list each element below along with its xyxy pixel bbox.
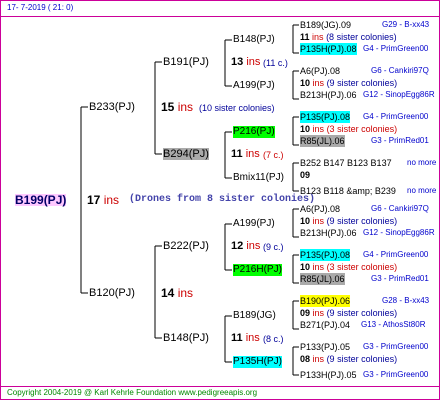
gen4-mother[interactable]: A6(PJ).08 [300,203,340,215]
gen4-mother[interactable]: B189(JG).09 [300,19,351,31]
root-drone-note: (Drones from 8 sister colonies) [129,194,316,205]
gen4-father[interactable]: B213H(PJ).06 [300,227,357,239]
root-insemination: 17 ins [87,194,119,206]
grandparent-queen-b294[interactable]: B294(PJ) [163,148,209,160]
copyright-footer: Copyright 2004-2019 @ Karl Kehrle Founda… [7,388,258,397]
gen4-father[interactable]: B123 B118 &amp; B239 [300,185,396,197]
root-ins-count: 17 [87,193,101,207]
gen4-insemination: 10 ins (3 sister colonies) [300,262,398,272]
gen4-insemination: 10 ins (9 sister colonies) [300,216,398,226]
gen1-insemination: 15 ins [161,100,194,114]
gen4-mother-code: G29 - B-xx43 [382,20,430,29]
gen4-insemination: 11 ins (8 sister colonies) [300,32,397,42]
grandparent-queen-b148[interactable]: B148(PJ) [163,332,209,344]
gen2-sister-note: (9 c.) [263,242,284,252]
gen4-father-code: G3 - PrimRed01 [371,136,429,145]
gen3-queen[interactable]: B148(PJ) [233,34,275,46]
gen3-queen[interactable]: B189(JG) [233,310,276,322]
gen4-father[interactable]: P133H(PJ).05 [300,369,357,381]
gen4-father[interactable]: P135H(PJ).08 [300,43,357,55]
grandparent-queen-b191[interactable]: B191(PJ) [163,56,209,68]
gen3-queen[interactable]: P135H(PJ) [233,356,282,368]
parent-queen-b120[interactable]: B120(PJ) [89,287,135,299]
gen3-queen[interactable]: A199(PJ) [233,80,275,92]
gen3-queen[interactable]: P216H(PJ) [233,264,282,276]
gen1-insemination: 14 ins [161,286,194,300]
gen4-insemination: 10 ins (9 sister colonies) [300,78,398,88]
gen4-father-code: G4 - PrimGreen00 [363,44,429,53]
gen4-mother-code: G6 - Cankiri97Q [371,204,429,213]
gen4-mother-code: no more [407,158,437,167]
gen4-mother[interactable]: A6(PJ).08 [300,65,340,77]
parent-queen-b233[interactable]: B233(PJ) [89,101,135,113]
gen2-sister-note: (8 c.) [263,334,284,344]
gen4-insemination: 09 ins (9 sister colonies) [300,308,398,318]
gen2-insemination: 11 ins [231,332,260,344]
gen4-insemination: 09 [300,170,311,180]
gen4-father[interactable]: R85(JL).06 [300,273,345,285]
gen4-mother[interactable]: P135(PJ).08 [300,249,351,261]
gen4-mother-code: G4 - PrimGreen00 [363,250,429,259]
gen4-father-code: G12 - SinopEgg86R [363,90,435,99]
gen4-father[interactable]: B271(PJ).04 [300,319,350,331]
gen2-sister-note: (11 c.) [263,58,288,68]
gen4-father-code: G3 - PrimGreen00 [363,370,429,379]
gen2-insemination: 13 ins [231,56,261,68]
gen4-father-code: no more [407,186,437,195]
gen4-father-code: G13 - AthosSt80R [361,320,426,329]
pedigree-frame: 17- 7-2019 ( 21: 0) B199(PJ) 17 ins (Dro… [0,0,440,400]
gen2-sister-note: (7 c.) [263,150,284,160]
gen3-queen[interactable]: A199(PJ) [233,218,275,230]
gen1-sister-note: (10 sister colonies) [199,103,275,113]
bottom-divider [1,386,439,387]
gen4-insemination: 08 ins (9 sister colonies) [300,354,398,364]
gen4-insemination: 10 ins (3 sister colonies) [300,124,398,134]
gen4-father[interactable]: B213H(PJ).06 [300,89,357,101]
gen4-mother[interactable]: P135(PJ).08 [300,111,351,123]
gen3-queen[interactable]: P216(PJ) [233,126,275,138]
grandparent-queen-b222[interactable]: B222(PJ) [163,240,209,252]
gen4-father-code: G12 - SinopEgg86R [363,228,435,237]
gen2-insemination: 12 ins [231,240,261,252]
root-queen[interactable]: B199(PJ) [15,194,67,206]
root-ins-label: ins [103,193,120,207]
gen4-mother[interactable]: P133(PJ).05 [300,341,350,353]
gen4-mother-code: G4 - PrimGreen00 [363,112,429,121]
gen4-mother-code: G6 - Cankiri97Q [371,66,429,75]
gen4-mother-code: G28 - B-xx43 [382,296,430,305]
gen4-mother[interactable]: B190(PJ).06 [300,295,351,307]
gen2-insemination: 11 ins [231,148,260,160]
gen4-mother-code: G3 - PrimGreen00 [363,342,429,351]
gen4-father[interactable]: R85(JL).06 [300,135,345,147]
gen3-queen[interactable]: Bmix11(PJ) [233,172,284,184]
gen4-mother[interactable]: B252 B147 B123 B137 [300,157,392,169]
gen4-father-code: G3 - PrimRed01 [371,274,429,283]
